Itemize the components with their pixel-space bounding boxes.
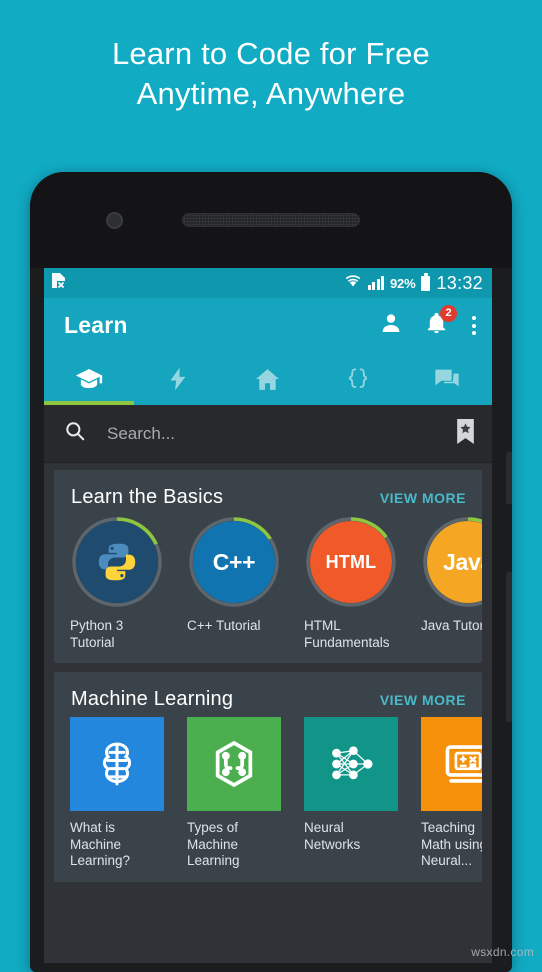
hexagon-nodes-icon <box>187 717 281 811</box>
phone-mockup: 92% 13:32 Learn 2 Search... Learn the Ba… <box>30 172 512 972</box>
phone-screen: 92% 13:32 Learn 2 Search... Learn the Ba… <box>44 268 492 963</box>
tab-home[interactable] <box>223 353 313 405</box>
page-title: Learn <box>64 312 128 338</box>
course-card-java[interactable]: Java Java Tutor <box>421 515 482 651</box>
course-label: HTML Fundamentals <box>304 618 390 650</box>
course-card-python[interactable]: Python 3 Tutorial <box>70 515 164 651</box>
home-icon <box>256 368 280 390</box>
overflow-menu-icon[interactable] <box>470 314 478 337</box>
section-header: Machine Learning VIEW MORE <box>54 672 482 717</box>
course-label: Java Tutor <box>421 618 482 633</box>
course-label: Python 3 Tutorial <box>70 618 124 650</box>
battery-full-icon <box>421 273 431 291</box>
course-card-html[interactable]: HTML HTML Fundamentals <box>304 515 398 651</box>
neural-network-icon <box>304 717 398 811</box>
section-header: Learn the Basics VIEW MORE <box>54 470 482 515</box>
status-clock: 13:32 <box>436 272 483 293</box>
earpiece-speaker <box>182 213 360 227</box>
course-card-what-is-ml[interactable]: What is Machine Learning? <box>70 717 164 870</box>
python-logo-icon <box>76 521 158 603</box>
brain-circuit-icon <box>70 717 164 811</box>
view-more-ml-link[interactable]: VIEW MORE <box>380 692 466 708</box>
watermark: wsxdn.com <box>471 945 534 959</box>
course-label: Neural Networks <box>304 820 361 852</box>
html-text-icon: HTML <box>310 521 392 603</box>
bookmark-star-icon[interactable] <box>455 418 476 449</box>
sim-card-error-icon <box>51 272 66 294</box>
tab-code[interactable] <box>313 353 403 405</box>
phone-top-bezel <box>30 172 512 268</box>
cpp-text-icon: C++ <box>193 521 275 603</box>
signal-bars-icon <box>367 276 385 290</box>
course-badge: HTML <box>325 551 377 572</box>
tab-learn[interactable] <box>44 353 134 405</box>
tab-discuss[interactable] <box>402 353 492 405</box>
section-machine-learning: Machine Learning VIEW MORE What is Machi… <box>54 672 482 882</box>
course-card-teaching-math[interactable]: Teaching Math using Neural... <box>421 717 482 870</box>
course-badge: Java <box>443 548 482 575</box>
search-input[interactable]: Search... <box>107 424 455 444</box>
lightning-bolt-icon <box>170 367 186 391</box>
app-bar: Learn 2 <box>44 298 492 353</box>
notification-badge: 2 <box>440 304 457 322</box>
search-icon <box>64 420 86 447</box>
course-card-neural-networks[interactable]: Neural Networks <box>304 717 398 870</box>
volume-button[interactable] <box>506 572 512 722</box>
course-label: C++ Tutorial <box>187 618 261 633</box>
basics-course-row[interactable]: Python 3 Tutorial C++ C++ Tutorial HTML … <box>54 515 482 651</box>
chat-bubbles-icon <box>435 369 459 387</box>
course-label: What is Machine Learning? <box>70 820 131 868</box>
headline-line-2: Anytime, Anywhere <box>136 76 406 111</box>
person-icon[interactable] <box>379 311 403 340</box>
battery-percent-label: 92% <box>390 275 416 291</box>
promo-headline: Learn to Code for Free Anytime, Anywhere <box>0 34 542 114</box>
tab-bar <box>44 353 492 405</box>
section-learn-the-basics: Learn the Basics VIEW MORE Python 3 Tuto… <box>54 470 482 663</box>
ml-course-row[interactable]: What is Machine Learning? Types of Machi… <box>54 717 482 870</box>
course-card-cpp[interactable]: C++ C++ Tutorial <box>187 515 281 651</box>
view-more-basics-link[interactable]: VIEW MORE <box>380 490 466 506</box>
search-bar[interactable]: Search... <box>44 405 492 463</box>
power-button[interactable] <box>506 452 512 504</box>
section-title: Learn the Basics <box>71 486 224 508</box>
graduation-cap-icon <box>75 369 102 389</box>
section-title: Machine Learning <box>71 688 234 710</box>
computer-calculator-icon <box>421 717 482 811</box>
front-camera-icon <box>106 212 123 229</box>
active-tab-indicator <box>44 401 134 405</box>
status-bar: 92% 13:32 <box>44 268 492 298</box>
course-label: Teaching Math using Neural... <box>421 820 482 868</box>
course-card-types-of-ml[interactable]: Types of Machine Learning <box>187 717 281 870</box>
headline-line-1: Learn to Code for Free <box>111 36 431 71</box>
code-braces-icon <box>348 368 367 388</box>
course-label: Types of Machine Learning <box>187 820 240 868</box>
bell-icon[interactable]: 2 <box>425 304 457 340</box>
content-scroll-area[interactable]: Learn the Basics VIEW MORE Python 3 Tuto… <box>44 463 492 882</box>
tab-challenges[interactable] <box>134 353 224 405</box>
wifi-icon <box>344 273 362 293</box>
course-badge: C++ <box>212 548 256 575</box>
